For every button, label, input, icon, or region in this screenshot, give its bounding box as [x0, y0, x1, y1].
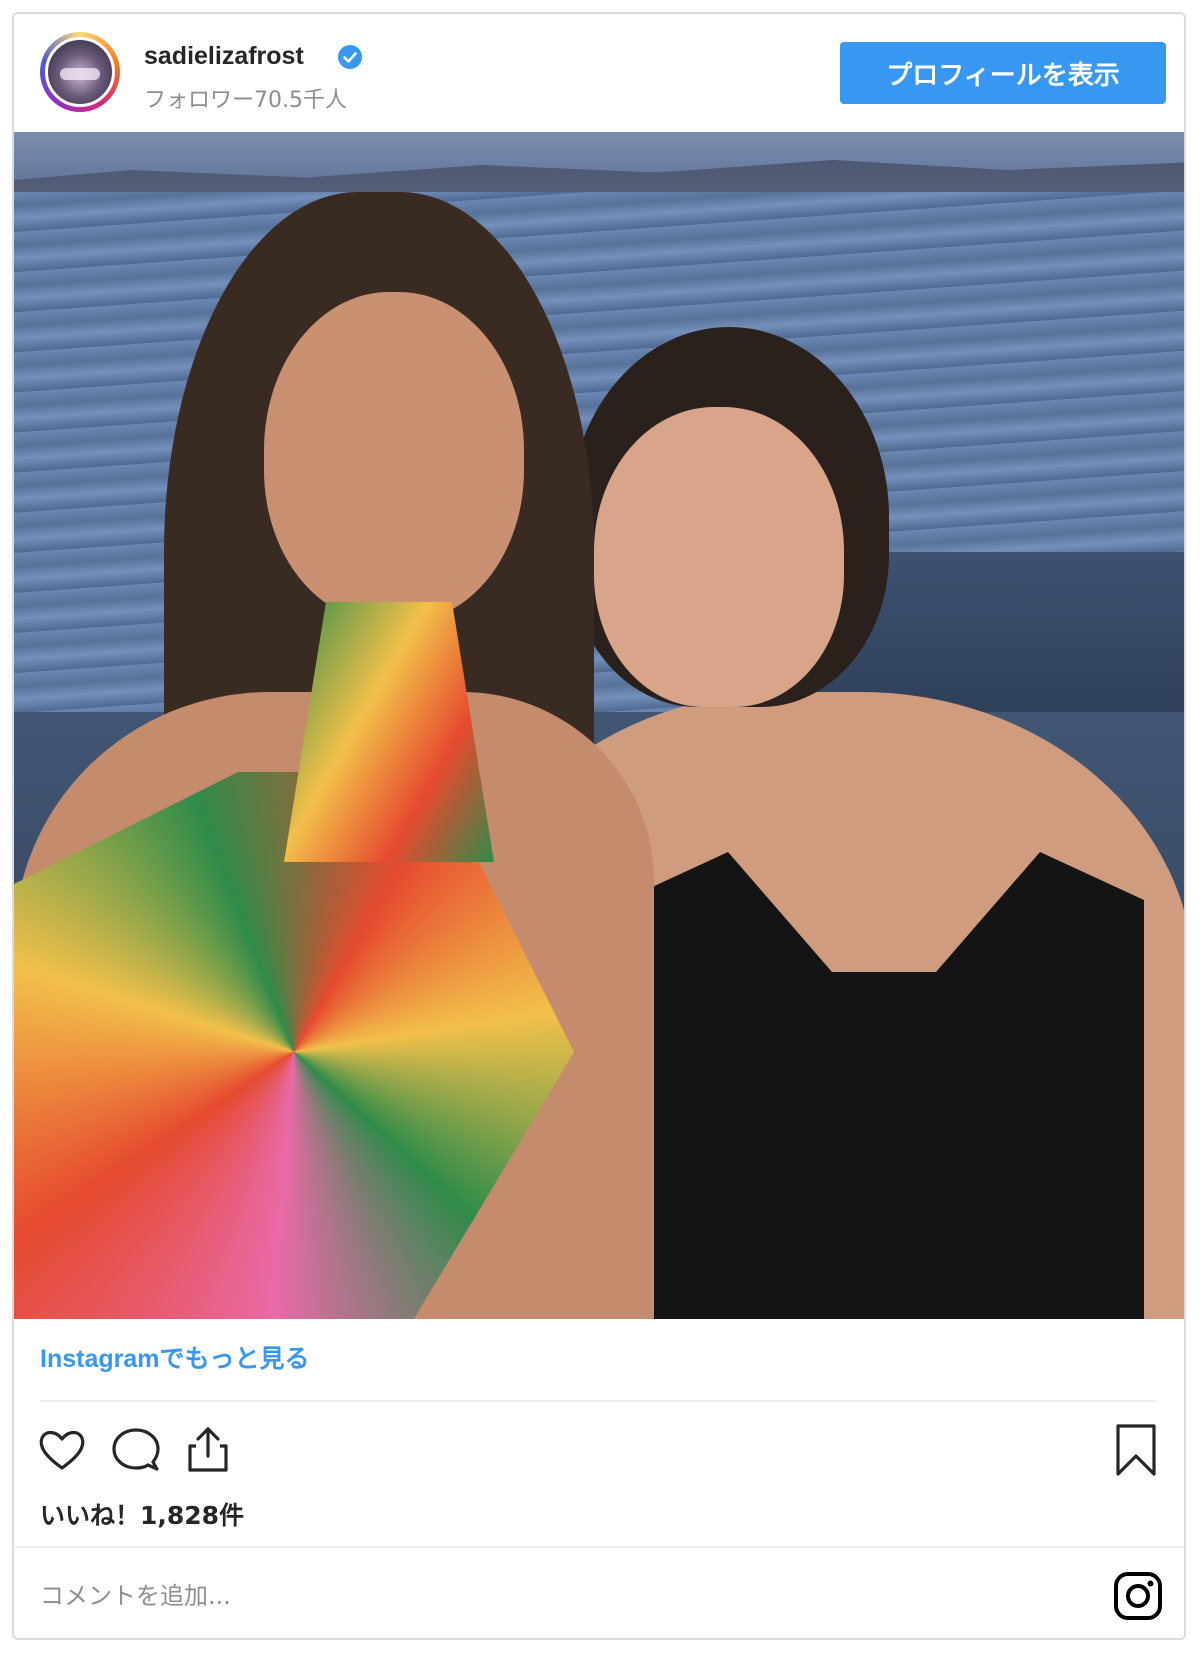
comment-input[interactable]: コメントを追加... — [40, 1576, 231, 1611]
username[interactable]: sadielizafrost — [144, 42, 304, 71]
view-profile-button[interactable]: プロフィールを表示 — [840, 42, 1166, 104]
follower-count: フォロワー70.5千人 — [144, 88, 347, 113]
verified-badge-icon — [338, 45, 362, 69]
view-more-on-instagram-link[interactable]: Instagramでもっと見る — [40, 1339, 309, 1375]
divider — [40, 1400, 1156, 1402]
heart-icon[interactable] — [34, 1422, 90, 1478]
like-count[interactable]: いいね！1,828件 — [40, 1496, 244, 1532]
instagram-embed-card: sadielizafrost フォロワー70.5千人 プロフィールを表示 Ins… — [12, 12, 1186, 1640]
instagram-icon[interactable] — [1112, 1570, 1164, 1622]
bookmark-icon[interactable] — [1108, 1422, 1164, 1478]
comment-box: コメントを追加... — [14, 1546, 1184, 1640]
comment-bubble-icon[interactable] — [108, 1422, 164, 1478]
avatar[interactable] — [40, 32, 120, 112]
action-bar — [14, 1414, 1184, 1484]
post-photo[interactable] — [14, 132, 1184, 1319]
post-header: sadielizafrost フォロワー70.5千人 プロフィールを表示 — [14, 14, 1184, 132]
share-icon[interactable] — [180, 1422, 236, 1478]
avatar-image — [45, 37, 115, 107]
